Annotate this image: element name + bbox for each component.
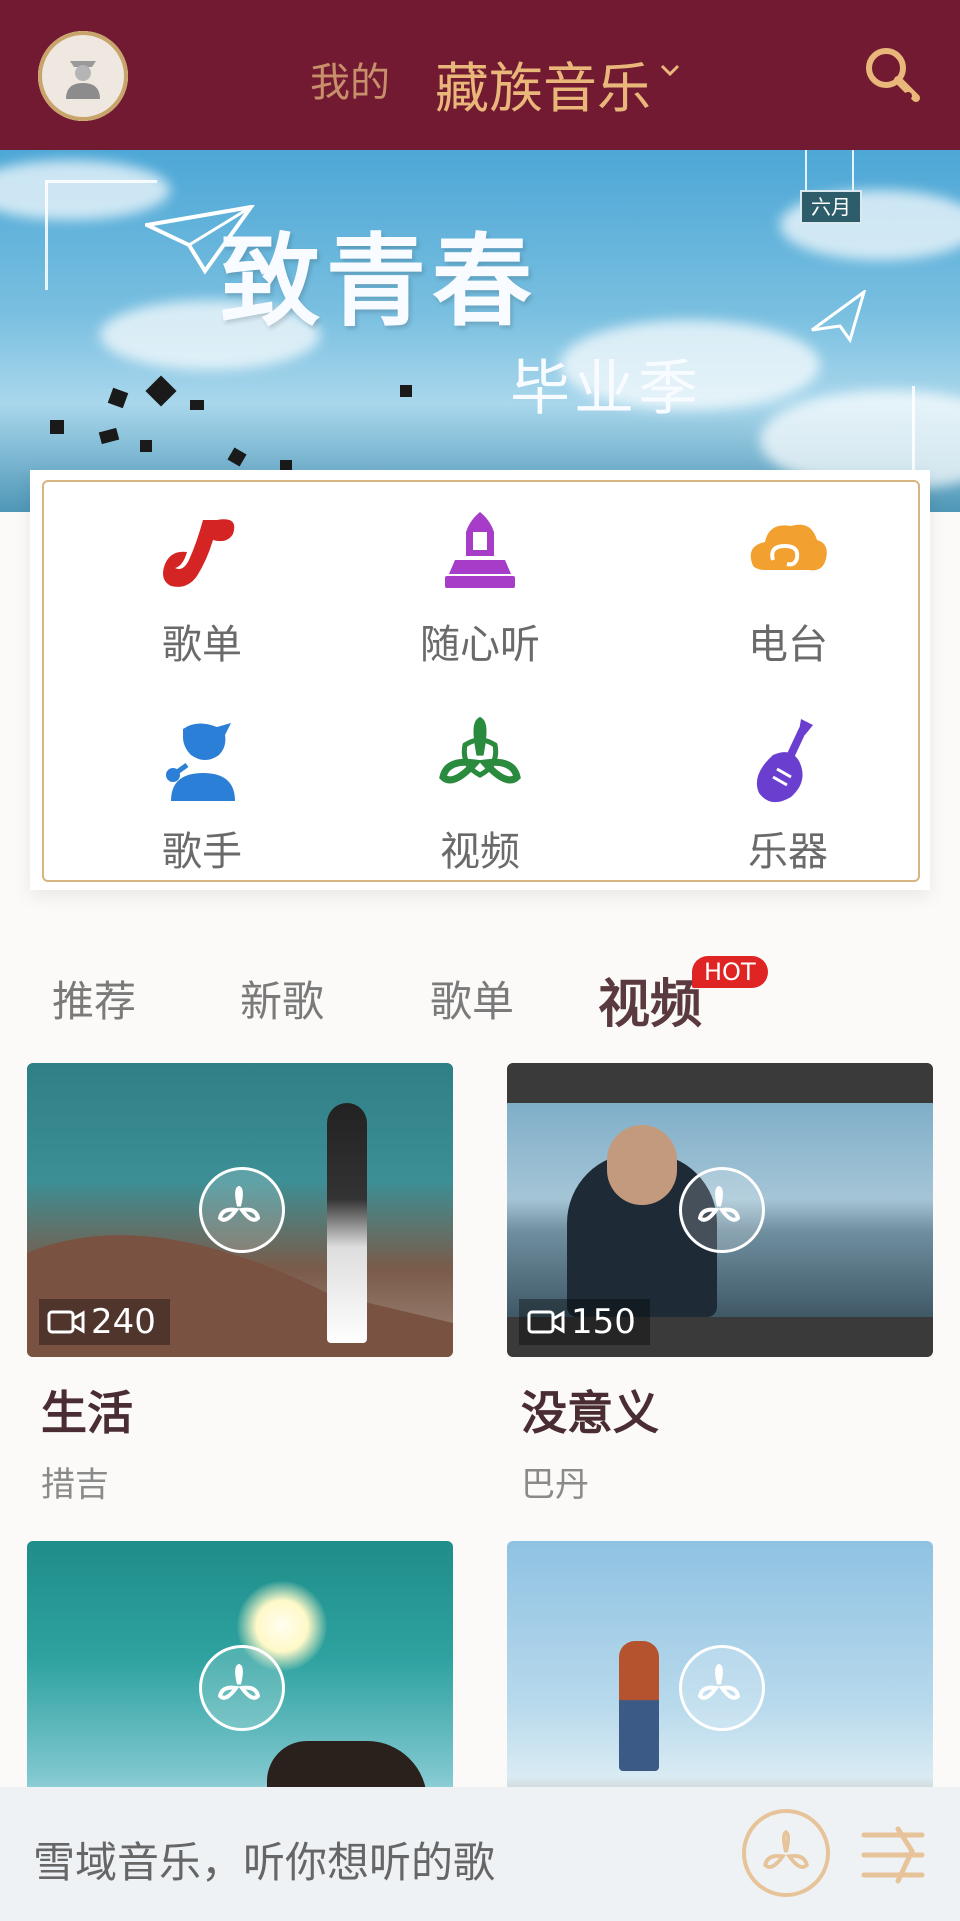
tab-videos[interactable]: 视频 [598, 962, 702, 1037]
tab-new-songs[interactable]: 新歌 [240, 968, 324, 1029]
play-button[interactable] [199, 1167, 285, 1253]
song-list-icon [163, 519, 235, 587]
category-instrument[interactable]: 乐器 [668, 715, 908, 877]
hot-badge: HOT [692, 956, 768, 988]
knot-play-icon [218, 1664, 260, 1700]
category-label: 歌手 [162, 829, 242, 875]
category-shuffle-listen[interactable]: 随心听 [360, 508, 600, 670]
knot-disc-icon [763, 1830, 809, 1869]
tab-recommended[interactable]: 推荐 [52, 968, 136, 1029]
category-label: 歌单 [162, 622, 242, 668]
video-artist[interactable]: 措吉 [41, 1457, 453, 1506]
player-slogan[interactable]: 雪域音乐，听你想听的歌 [33, 1829, 495, 1890]
video-camera-icon [527, 1310, 565, 1334]
search-icon[interactable] [862, 44, 922, 106]
view-count-value: 150 [571, 1302, 636, 1342]
now-playing-disc[interactable] [742, 1809, 830, 1897]
banner-title: 致青春 [220, 222, 538, 340]
category-label: 电台 [748, 622, 828, 668]
chevron-down-icon[interactable] [660, 64, 680, 78]
video-card[interactable]: 240 生活 措吉 [27, 1063, 453, 1506]
banner-subtitle: 毕业季 [510, 354, 702, 424]
view-count-value: 240 [91, 1302, 156, 1342]
lute-icon [756, 719, 813, 803]
knot-icon [439, 716, 521, 784]
category-label: 视频 [440, 829, 520, 875]
knot-play-icon [698, 1664, 740, 1700]
tab-mine[interactable]: 我的 [310, 50, 390, 108]
category-label: 乐器 [748, 829, 828, 875]
top-header: 我的 藏族音乐 [0, 0, 960, 150]
play-button[interactable] [199, 1645, 285, 1731]
tab-playlists[interactable]: 歌单 [430, 968, 514, 1029]
channel-selector[interactable]: 藏族音乐 [435, 44, 651, 123]
video-thumbnail[interactable]: 240 [27, 1063, 453, 1357]
video-thumbnail[interactable]: 150 [507, 1063, 933, 1357]
banner-month-tag: 六月 [800, 190, 862, 224]
singer-figure [327, 1103, 367, 1343]
video-camera-icon [47, 1310, 85, 1334]
video-title[interactable]: 生活 [41, 1377, 453, 1443]
play-button[interactable] [679, 1645, 765, 1731]
paper-plane-small-icon [811, 290, 866, 344]
playlist-menu-icon[interactable] [858, 1825, 928, 1885]
cloud-icon [750, 524, 827, 571]
bottom-player-bar[interactable]: 雪域音乐，听你想听的歌 [0, 1787, 960, 1921]
knot-play-icon [218, 1186, 260, 1222]
category-video[interactable]: 视频 [360, 715, 600, 877]
singer-icon [166, 723, 235, 801]
promo-banner[interactable]: 致青春 毕业季 六月 [0, 150, 960, 512]
avatar[interactable] [38, 31, 128, 121]
category-singer[interactable]: 歌手 [82, 715, 322, 877]
category-label: 随心听 [420, 622, 540, 668]
video-card[interactable]: 150 没意义 巴丹 [507, 1063, 933, 1506]
knot-play-icon [698, 1186, 740, 1222]
category-radio[interactable]: 电台 [668, 508, 908, 670]
user-silhouette-icon [66, 61, 100, 99]
view-count: 240 [39, 1299, 170, 1345]
singer-face [607, 1125, 677, 1205]
category-song-list[interactable]: 歌单 [82, 508, 322, 670]
category-grid: 歌单 随心听 电台 歌手 视频 乐器 [30, 470, 930, 890]
view-count: 150 [519, 1299, 650, 1345]
stupa-icon [445, 512, 515, 588]
play-button[interactable] [679, 1167, 765, 1253]
video-title[interactable]: 没意义 [521, 1377, 933, 1443]
singer-figure [619, 1641, 659, 1771]
video-artist[interactable]: 巴丹 [521, 1457, 933, 1506]
